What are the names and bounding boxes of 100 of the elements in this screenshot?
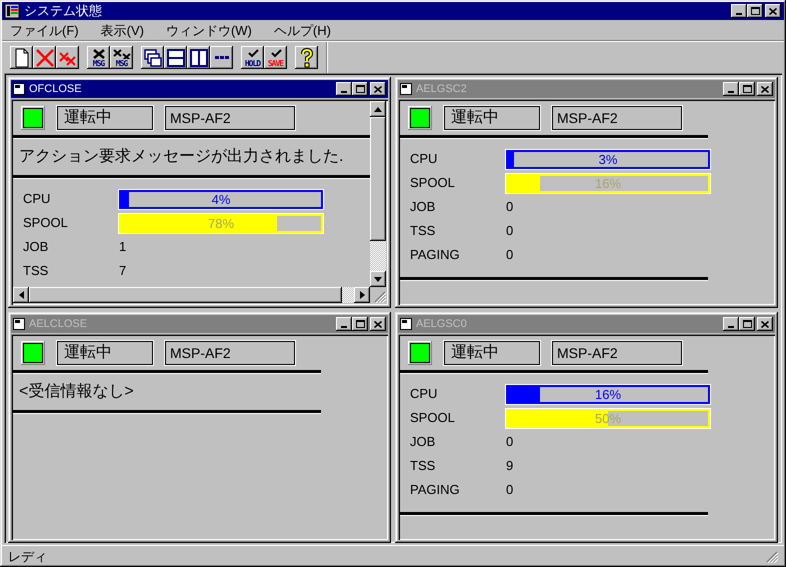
toolbar-button[interactable]: MSG — [110, 46, 133, 69]
window-icon — [13, 83, 25, 95]
minimize-button[interactable] — [336, 317, 352, 331]
metric-value: 7 — [119, 262, 128, 280]
minimize-icon — [341, 326, 347, 328]
maximize-button[interactable] — [739, 317, 755, 331]
metric-label: PAGING — [410, 481, 461, 500]
window-title: システム状態 — [24, 2, 103, 20]
maximize-icon — [750, 7, 760, 15]
metric-label: SPOOL — [410, 174, 456, 192]
status-text: レディ — [8, 548, 47, 566]
right-arrow-icon — [360, 291, 364, 299]
metric-value: 1 — [119, 238, 128, 256]
metric-value: 0 — [506, 481, 514, 500]
message-text: アクション要求メッセージが出力されました. — [18, 146, 344, 167]
metric-label: TSS — [23, 262, 50, 280]
close-icon — [769, 8, 777, 14]
toolbar-button[interactable]: MSG — [87, 46, 110, 69]
metric-label: SPOOL — [23, 214, 69, 232]
progress-reading: 16% — [594, 388, 622, 400]
menu-item[interactable]: ウィンドウ(W) — [162, 20, 256, 40]
minimize-button[interactable] — [723, 317, 739, 331]
maximize-button[interactable] — [352, 82, 368, 96]
toolbar-button[interactable] — [56, 46, 79, 69]
metric-value: 0 — [506, 433, 514, 452]
minimize-button[interactable] — [723, 82, 739, 96]
minimize-icon — [736, 13, 742, 15]
dots-icon — [214, 56, 228, 59]
metric-label: CPU — [23, 190, 52, 208]
system-field: MSP-AF2 — [552, 106, 682, 130]
tile-vertical-icon — [188, 46, 210, 68]
maximize-icon — [356, 320, 364, 328]
close-icon — [761, 320, 769, 328]
close-icon — [374, 320, 382, 328]
maximize-button[interactable] — [747, 4, 763, 18]
metric-label: TSS — [410, 222, 436, 240]
maximize-button[interactable] — [739, 82, 755, 96]
window-icon — [13, 318, 25, 330]
maximize-icon — [742, 85, 752, 93]
child-window-title: OFCLOSE — [29, 82, 83, 97]
status-field: 運転中 — [444, 341, 540, 365]
cascade-windows-icon — [142, 46, 164, 68]
close-icon — [761, 86, 769, 92]
close-icon — [374, 86, 382, 92]
window-icon — [400, 83, 412, 95]
window-icon — [400, 318, 412, 330]
toolbar-button[interactable] — [210, 46, 233, 69]
metric-label: TSS — [410, 457, 436, 476]
menu-item[interactable]: 表示(V) — [96, 20, 148, 40]
up-arrow-icon — [374, 106, 382, 112]
menu-item[interactable]: ヘルプ(H) — [270, 20, 335, 40]
system-field: MSP-AF2 — [552, 341, 682, 365]
scroll-thumb[interactable] — [370, 117, 386, 241]
minimize-icon — [341, 91, 347, 93]
left-arrow-icon — [18, 291, 24, 299]
metric-label: PAGING — [410, 246, 461, 264]
toolbar-button[interactable] — [10, 46, 33, 69]
close-button[interactable] — [765, 4, 781, 18]
minimize-icon — [728, 91, 734, 93]
scroll-up-button[interactable] — [370, 101, 386, 117]
menu-item[interactable]: ファイル(F) — [6, 20, 83, 40]
resize-grip-icon — [374, 291, 386, 303]
toolbar-button[interactable] — [187, 46, 210, 69]
metric-value: 0 — [506, 198, 514, 216]
close-button[interactable] — [370, 317, 386, 331]
status-field: 運転中 — [444, 106, 540, 130]
status-field: 運転中 — [57, 341, 153, 365]
minimize-button[interactable] — [336, 82, 352, 96]
app-icon — [4, 3, 20, 19]
scroll-right-button[interactable] — [354, 287, 370, 303]
metric-value: 0 — [506, 246, 514, 264]
progress-reading: 16% — [594, 176, 622, 190]
double-x-icon — [110, 48, 132, 58]
scroll-left-button[interactable] — [13, 287, 29, 303]
toolbar-button[interactable] — [295, 46, 318, 69]
progress-reading: 78% — [206, 216, 236, 230]
close-button[interactable] — [370, 82, 386, 96]
metric-label: CPU — [410, 150, 438, 168]
child-window-title: AELGSC0 — [416, 316, 468, 332]
system-field: MSP-AF2 — [165, 341, 295, 365]
close-button[interactable] — [757, 82, 773, 96]
metric-value: 0 — [506, 222, 514, 240]
metric-label: SPOOL — [410, 409, 456, 428]
child-window-title: AELCLOSE — [29, 316, 88, 332]
toolbar-button[interactable]: HOLD — [241, 46, 264, 69]
toolbar-button[interactable] — [141, 46, 164, 69]
close-button[interactable] — [757, 317, 773, 331]
metric-label: CPU — [410, 385, 438, 404]
status-field: 運転中 — [57, 106, 153, 130]
down-arrow-icon — [374, 276, 382, 282]
scroll-down-button[interactable] — [370, 271, 386, 287]
metric-label: JOB — [23, 238, 50, 256]
toolbar-button[interactable] — [33, 46, 56, 69]
minimize-button[interactable] — [731, 4, 747, 18]
child-window-title: AELGSC2 — [416, 82, 468, 97]
maximize-button[interactable] — [352, 317, 368, 331]
maximize-icon — [356, 85, 364, 93]
metric-label: JOB — [410, 198, 436, 216]
toolbar-button[interactable] — [164, 46, 187, 69]
maximize-icon — [742, 320, 752, 328]
